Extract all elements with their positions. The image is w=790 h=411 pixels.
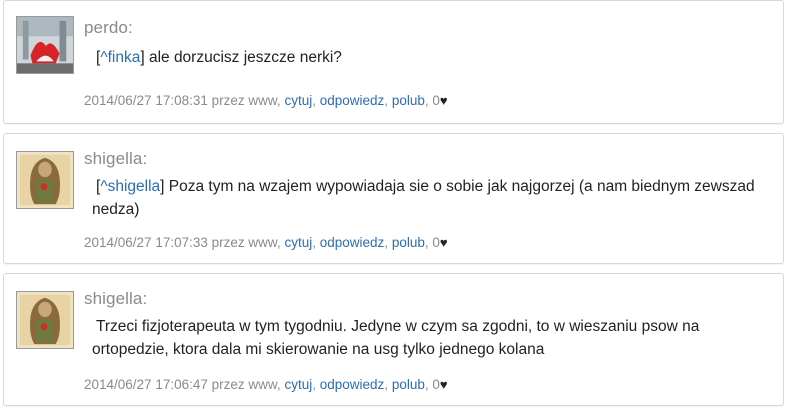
like-link[interactable]: polub: [392, 235, 425, 250]
comment-author[interactable]: shigella:: [84, 289, 147, 309]
heart-icon: ♥: [439, 93, 448, 108]
like-count: 0: [432, 93, 440, 108]
comment-timestamp: 2014/06/27 17:08:31: [84, 93, 208, 108]
avatar-image: [17, 152, 73, 208]
separator: ,: [424, 93, 429, 108]
comment-source: przez www,: [211, 93, 281, 108]
comment-timestamp: 2014/06/27 17:06:47: [84, 377, 208, 392]
avatar[interactable]: [16, 291, 74, 349]
like-count: 0: [432, 377, 440, 392]
comment-card: perdo: [^finka] ale dorzucisz jeszcze ne…: [3, 0, 784, 124]
comment-card: shigella: Trzeci fizjoterapeuta w tym ty…: [3, 273, 784, 406]
avatar-image: [17, 292, 73, 348]
comment-body: Poza tym na wzajem wypowiadaja sie o sob…: [92, 178, 755, 218]
comment-text: [^shigella] Poza tym na wzajem wypowiada…: [92, 175, 769, 221]
reply-link[interactable]: odpowiedz: [320, 93, 385, 108]
reply-ref-link[interactable]: ^shigella: [100, 178, 160, 195]
separator: ,: [424, 235, 429, 250]
avatar-image: [17, 17, 73, 73]
cite-link[interactable]: cytuj: [284, 93, 312, 108]
like-link[interactable]: polub: [392, 93, 425, 108]
heart-icon: ♥: [439, 235, 448, 250]
cite-link[interactable]: cytuj: [284, 377, 312, 392]
separator: ,: [312, 377, 316, 392]
comment-meta: 2014/06/27 17:06:47 przez www, cytuj, od…: [84, 377, 448, 392]
comment-source: przez www,: [211, 235, 281, 250]
separator: ,: [312, 235, 316, 250]
reply-ref-link[interactable]: ^finka: [100, 49, 140, 66]
reply-link[interactable]: odpowiedz: [320, 235, 385, 250]
comment-body: ale dorzucisz jeszcze nerki?: [144, 49, 342, 66]
avatar[interactable]: [16, 16, 74, 74]
comment-author[interactable]: perdo:: [84, 18, 133, 38]
comment-card: shigella: [^shigella] Poza tym na wzajem…: [3, 133, 784, 264]
like-count: 0: [432, 235, 440, 250]
separator: ,: [312, 93, 316, 108]
comment-text: [^finka] ale dorzucisz jeszcze nerki?: [92, 46, 769, 69]
comment-timestamp: 2014/06/27 17:07:33: [84, 235, 208, 250]
heart-icon: ♥: [439, 377, 448, 392]
separator: ,: [384, 235, 389, 250]
comment-meta: 2014/06/27 17:08:31 przez www, cytuj, od…: [84, 93, 448, 108]
reply-link[interactable]: odpowiedz: [320, 377, 385, 392]
avatar[interactable]: [16, 151, 74, 209]
comment-author[interactable]: shigella:: [84, 149, 147, 169]
cite-link[interactable]: cytuj: [284, 235, 312, 250]
separator: ,: [384, 377, 389, 392]
comment-body: Trzeci fizjoterapeuta w tym tygodniu. Je…: [92, 318, 700, 358]
separator: ,: [384, 93, 389, 108]
like-link[interactable]: polub: [392, 377, 425, 392]
comment-text: Trzeci fizjoterapeuta w tym tygodniu. Je…: [92, 315, 769, 361]
comment-source: przez www,: [211, 377, 281, 392]
separator: ,: [424, 377, 429, 392]
comment-meta: 2014/06/27 17:07:33 przez www, cytuj, od…: [84, 235, 448, 250]
